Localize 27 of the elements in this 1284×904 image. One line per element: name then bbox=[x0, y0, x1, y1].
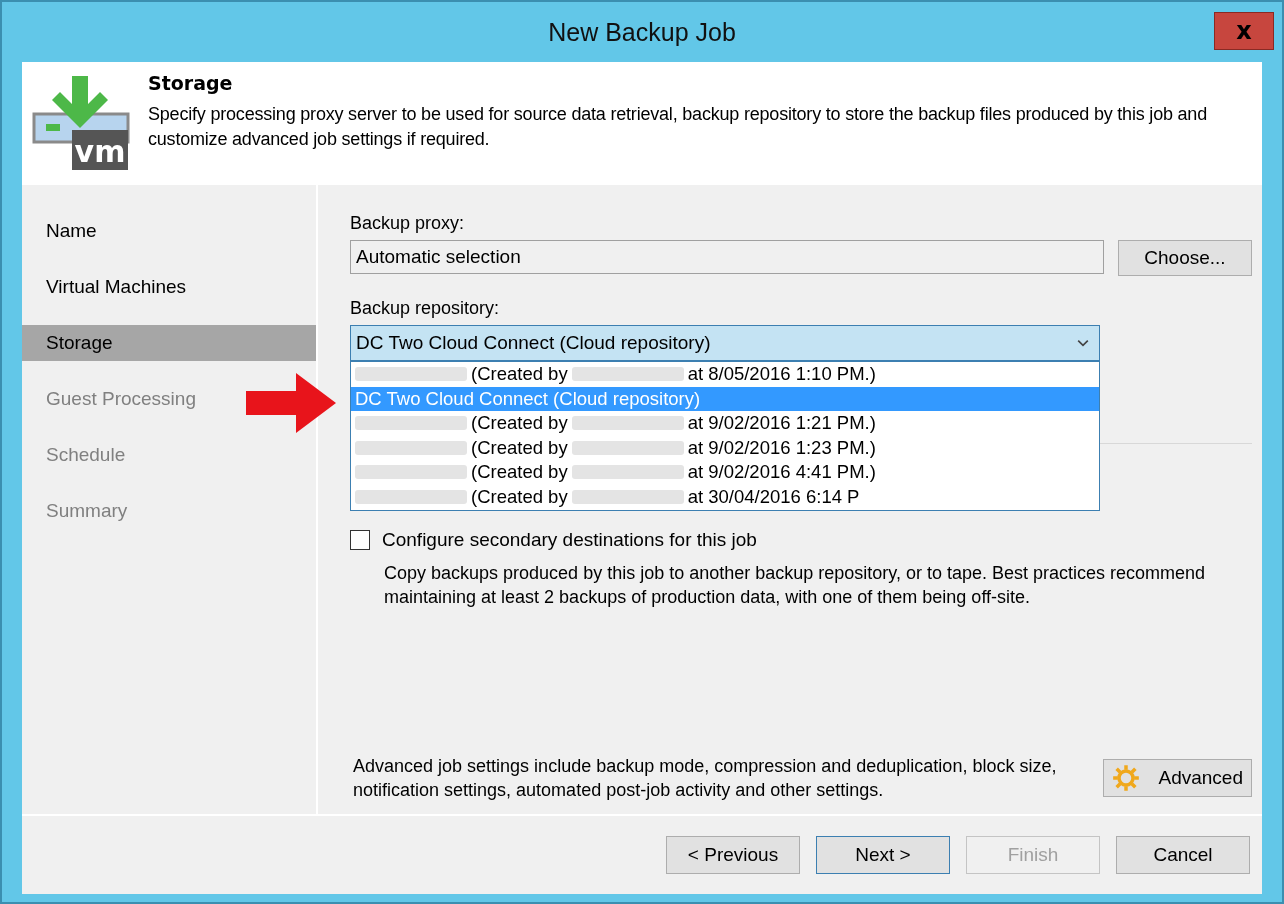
gear-icon bbox=[1112, 764, 1141, 792]
proxy-field[interactable]: Automatic selection bbox=[350, 240, 1104, 274]
repository-dropdown[interactable]: DC Two Cloud Connect (Cloud repository) bbox=[350, 325, 1100, 361]
repository-option[interactable]: (Created by at 8/05/2016 1:10 PM.) bbox=[351, 362, 1099, 387]
step-item[interactable]: Storage bbox=[22, 325, 316, 361]
repository-option[interactable]: (Created by at 9/02/2016 1:21 PM.) bbox=[351, 411, 1099, 436]
checkbox[interactable] bbox=[350, 530, 370, 550]
step-item[interactable]: Name bbox=[22, 213, 101, 249]
advanced-description: Advanced job settings include backup mode, compression and deduplication, block size, notification settings, automated post-job activity and other settings. bbox=[352, 755, 1058, 802]
close-button[interactable]: x bbox=[1214, 12, 1274, 50]
field-label: Backup proxy: bbox=[350, 213, 466, 234]
advanced-button[interactable]: Advanced bbox=[1103, 759, 1252, 797]
checkbox-label[interactable]: Configure secondary destinations for this job bbox=[382, 529, 757, 551]
window-title: New Backup Job bbox=[548, 17, 736, 47]
field-label: Backup repository: bbox=[350, 298, 501, 319]
choose-button[interactable]: Choose... bbox=[1118, 240, 1252, 276]
caret-icon bbox=[1077, 339, 1089, 347]
secondary-description: Copy backups produced by this job to another backup repository, or to tape. Best practices recommend maintaining at least 2 backups of production data, with one of them being off-site. bbox=[384, 562, 1207, 609]
wizard-button[interactable]: Next > bbox=[816, 836, 950, 874]
step-item[interactable]: Virtual Machines bbox=[22, 269, 191, 305]
step-title: Storage bbox=[148, 72, 234, 94]
step-description: Specify processing proxy server to be used for source data retrieval, backup repository to store the backup files produced by this job and customize advanced job settings if required. bbox=[148, 103, 1208, 151]
repository-option[interactable]: (Created by at 30/04/2016 6:14 P bbox=[351, 484, 1099, 509]
wizard-button[interactable]: Cancel bbox=[1116, 836, 1250, 874]
repository-option[interactable]: (Created by at 9/02/2016 4:41 PM.) bbox=[351, 460, 1099, 485]
repository-option[interactable]: (Created by at 9/02/2016 1:23 PM.) bbox=[351, 435, 1099, 460]
wizard-button[interactable]: < Previous bbox=[666, 836, 800, 874]
